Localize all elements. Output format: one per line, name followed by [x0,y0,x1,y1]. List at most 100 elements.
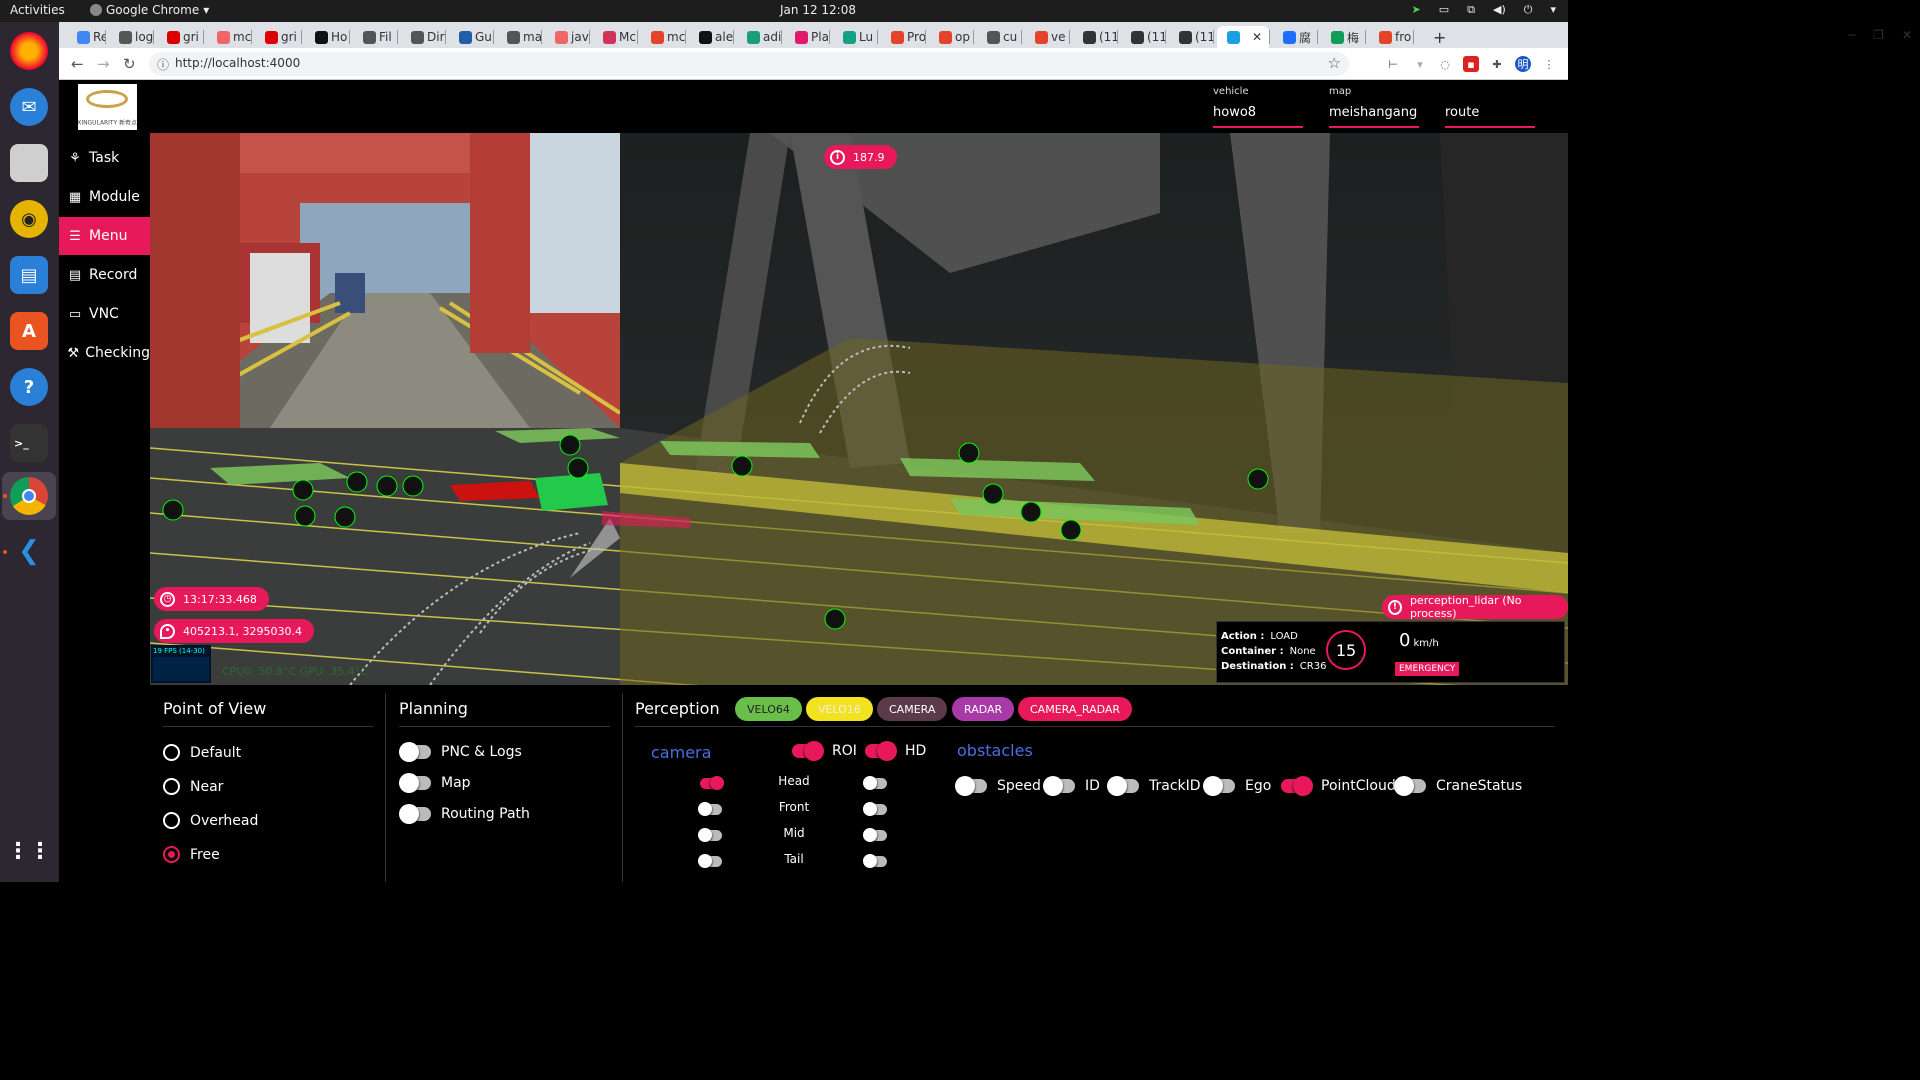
browser-tab[interactable]: (11 [1121,26,1165,48]
camera-left-switch[interactable] [700,776,724,790]
browser-tab[interactable]: (11 [1169,26,1213,48]
toggle-switch[interactable] [1107,776,1139,796]
alert-badge[interactable]: ! perception_lidar (No process) [1382,594,1568,620]
roi-switch[interactable] [792,741,824,761]
toggle-switch[interactable] [1043,776,1075,796]
browser-tab[interactable]: gri [255,26,301,48]
camera-left-switch[interactable] [698,854,722,868]
browser-tab[interactable]: Ho [305,26,349,48]
hd-switch[interactable] [865,741,897,761]
pov-option-overhead[interactable]: Overhead [163,812,258,829]
bookmark-star-icon[interactable]: ☆ [1328,54,1341,72]
browser-tab[interactable]: Mc [593,26,637,48]
toggle-switch[interactable] [1203,776,1235,796]
chip-radar[interactable]: RADAR [952,697,1015,721]
obstacle-toggle-ego[interactable]: Ego [1203,776,1271,796]
nav-item-menu[interactable]: ☰ Menu [59,217,150,255]
browser-tab[interactable]: mc [641,26,685,48]
info-badge[interactable]: i 187.9 [824,145,897,169]
pov-option-default[interactable]: Default [163,744,241,761]
extension-icon[interactable]: ▾ [1412,56,1428,72]
browser-tab[interactable]: 梅 [1321,26,1365,48]
emergency-badge[interactable]: EMERGENCY [1395,662,1460,676]
network-icon[interactable]: ⧉ [1467,3,1475,17]
obstacle-toggle-cranestatus[interactable]: CraneStatus [1394,776,1522,796]
rhythmbox-icon[interactable]: ◉ [10,200,48,238]
vscode-icon[interactable]: ❮ [10,532,48,570]
nav-item-checking[interactable]: ⚒ Checking [59,334,150,372]
nav-item-module[interactable]: ▦ Module [59,178,150,216]
browser-tab[interactable]: adi [737,26,781,48]
camera-left-switch[interactable] [698,802,722,816]
new-tab-button[interactable]: + [1423,26,1446,48]
nav-item-record[interactable]: ▤ Record [59,256,150,294]
back-icon[interactable]: ← [71,55,84,73]
browser-tab[interactable]: mc [207,26,251,48]
reload-icon[interactable]: ↻ [123,55,136,73]
more-menu-icon[interactable]: ⋮ [1541,56,1557,72]
terminal-icon[interactable]: >_ [10,424,48,462]
system-tray[interactable]: ➤ ▭ ⧉ ◀) ⏻ ▾ [1412,3,1556,17]
obstacle-toggle-speed[interactable]: Speed [955,776,1041,796]
writer-icon[interactable]: ▤ [10,256,48,294]
clock[interactable]: Jan 12 12:08 [780,3,856,17]
planning-toggle[interactable]: Routing Path [399,804,530,824]
minimize-icon[interactable]: ─ [1848,28,1855,42]
obstacles-heading[interactable]: obstacles [957,741,1033,760]
caret-down-icon[interactable]: ▾ [1550,3,1556,17]
forward-icon[interactable]: → [97,55,110,73]
browser-tab[interactable]: op [929,26,973,48]
nav-item-task[interactable]: ⚘ Task [59,139,150,177]
browser-tab[interactable]: Dir [401,26,445,48]
browser-tab[interactable]: ve [1025,26,1069,48]
files-icon[interactable] [10,144,48,182]
browser-tab[interactable]: ale [689,26,733,48]
extension-icon[interactable]: ◌ [1437,56,1453,72]
camera-right-switch[interactable] [863,776,887,790]
browser-tab[interactable]: log [109,26,153,48]
pov-option-near[interactable]: Near [163,778,223,795]
obstacle-toggle-id[interactable]: ID [1043,776,1100,796]
maximize-icon[interactable]: ❐ [1873,28,1884,42]
volume-icon[interactable]: ◀) [1493,3,1506,17]
camera-right-switch[interactable] [863,854,887,868]
time-badge[interactable]: ◷ 13:17:33.468 [154,587,269,611]
browser-tab[interactable]: Re [67,26,105,48]
selector-map[interactable]: map meishangang [1329,86,1419,128]
chip-velo16[interactable]: VELO16 [806,697,873,721]
hd-toggle[interactable]: HD [865,741,926,761]
browser-tab[interactable]: Pro [881,26,925,48]
active-tab[interactable]: ✕ [1217,26,1269,48]
roi-toggle[interactable]: ROI [792,741,857,761]
extension-icon[interactable]: ▪ [1463,56,1479,72]
keyboard-icon[interactable]: ▭ [1439,3,1449,17]
browser-tab[interactable]: cu [977,26,1021,48]
software-center-icon[interactable]: A [10,312,48,350]
extension-icon[interactable]: ⊢ [1385,56,1401,72]
planning-toggle[interactable]: PNC & Logs [399,742,522,762]
browser-tab[interactable]: ma [497,26,541,48]
puzzle-icon[interactable]: ✚ [1489,56,1505,72]
toggle-switch[interactable] [1281,776,1313,796]
chrome-icon[interactable] [10,477,48,515]
toggle-switch[interactable] [1394,776,1426,796]
power-icon[interactable]: ⏻ [1524,3,1533,17]
browser-tab[interactable]: (11 [1073,26,1117,48]
help-icon[interactable]: ? [10,368,48,406]
browser-tab[interactable]: gri [157,26,203,48]
radio-button[interactable] [163,778,180,795]
browser-tab[interactable]: Lu [833,26,877,48]
radio-button[interactable] [163,744,180,761]
scene-viewport[interactable]: i 187.9 ◷ 13:17:33.468 • 405213.1, 32950… [150,133,1568,685]
position-badge[interactable]: • 405213.1, 3295030.4 [154,619,314,643]
pov-option-free[interactable]: Free [163,846,220,863]
obstacle-toggle-pointcloud[interactable]: PointCloud [1281,776,1396,796]
selector-vehicle[interactable]: vehicle howo8 [1213,86,1303,128]
browser-tab[interactable]: jav [545,26,589,48]
info-icon[interactable]: ⓘ [157,56,169,73]
obstacle-toggle-trackid[interactable]: TrackID [1107,776,1201,796]
send-icon[interactable]: ➤ [1412,3,1421,17]
browser-tab[interactable]: fro [1369,26,1413,48]
nav-item-vnc[interactable]: ▭ VNC [59,295,150,333]
camera-heading[interactable]: camera [651,743,711,762]
